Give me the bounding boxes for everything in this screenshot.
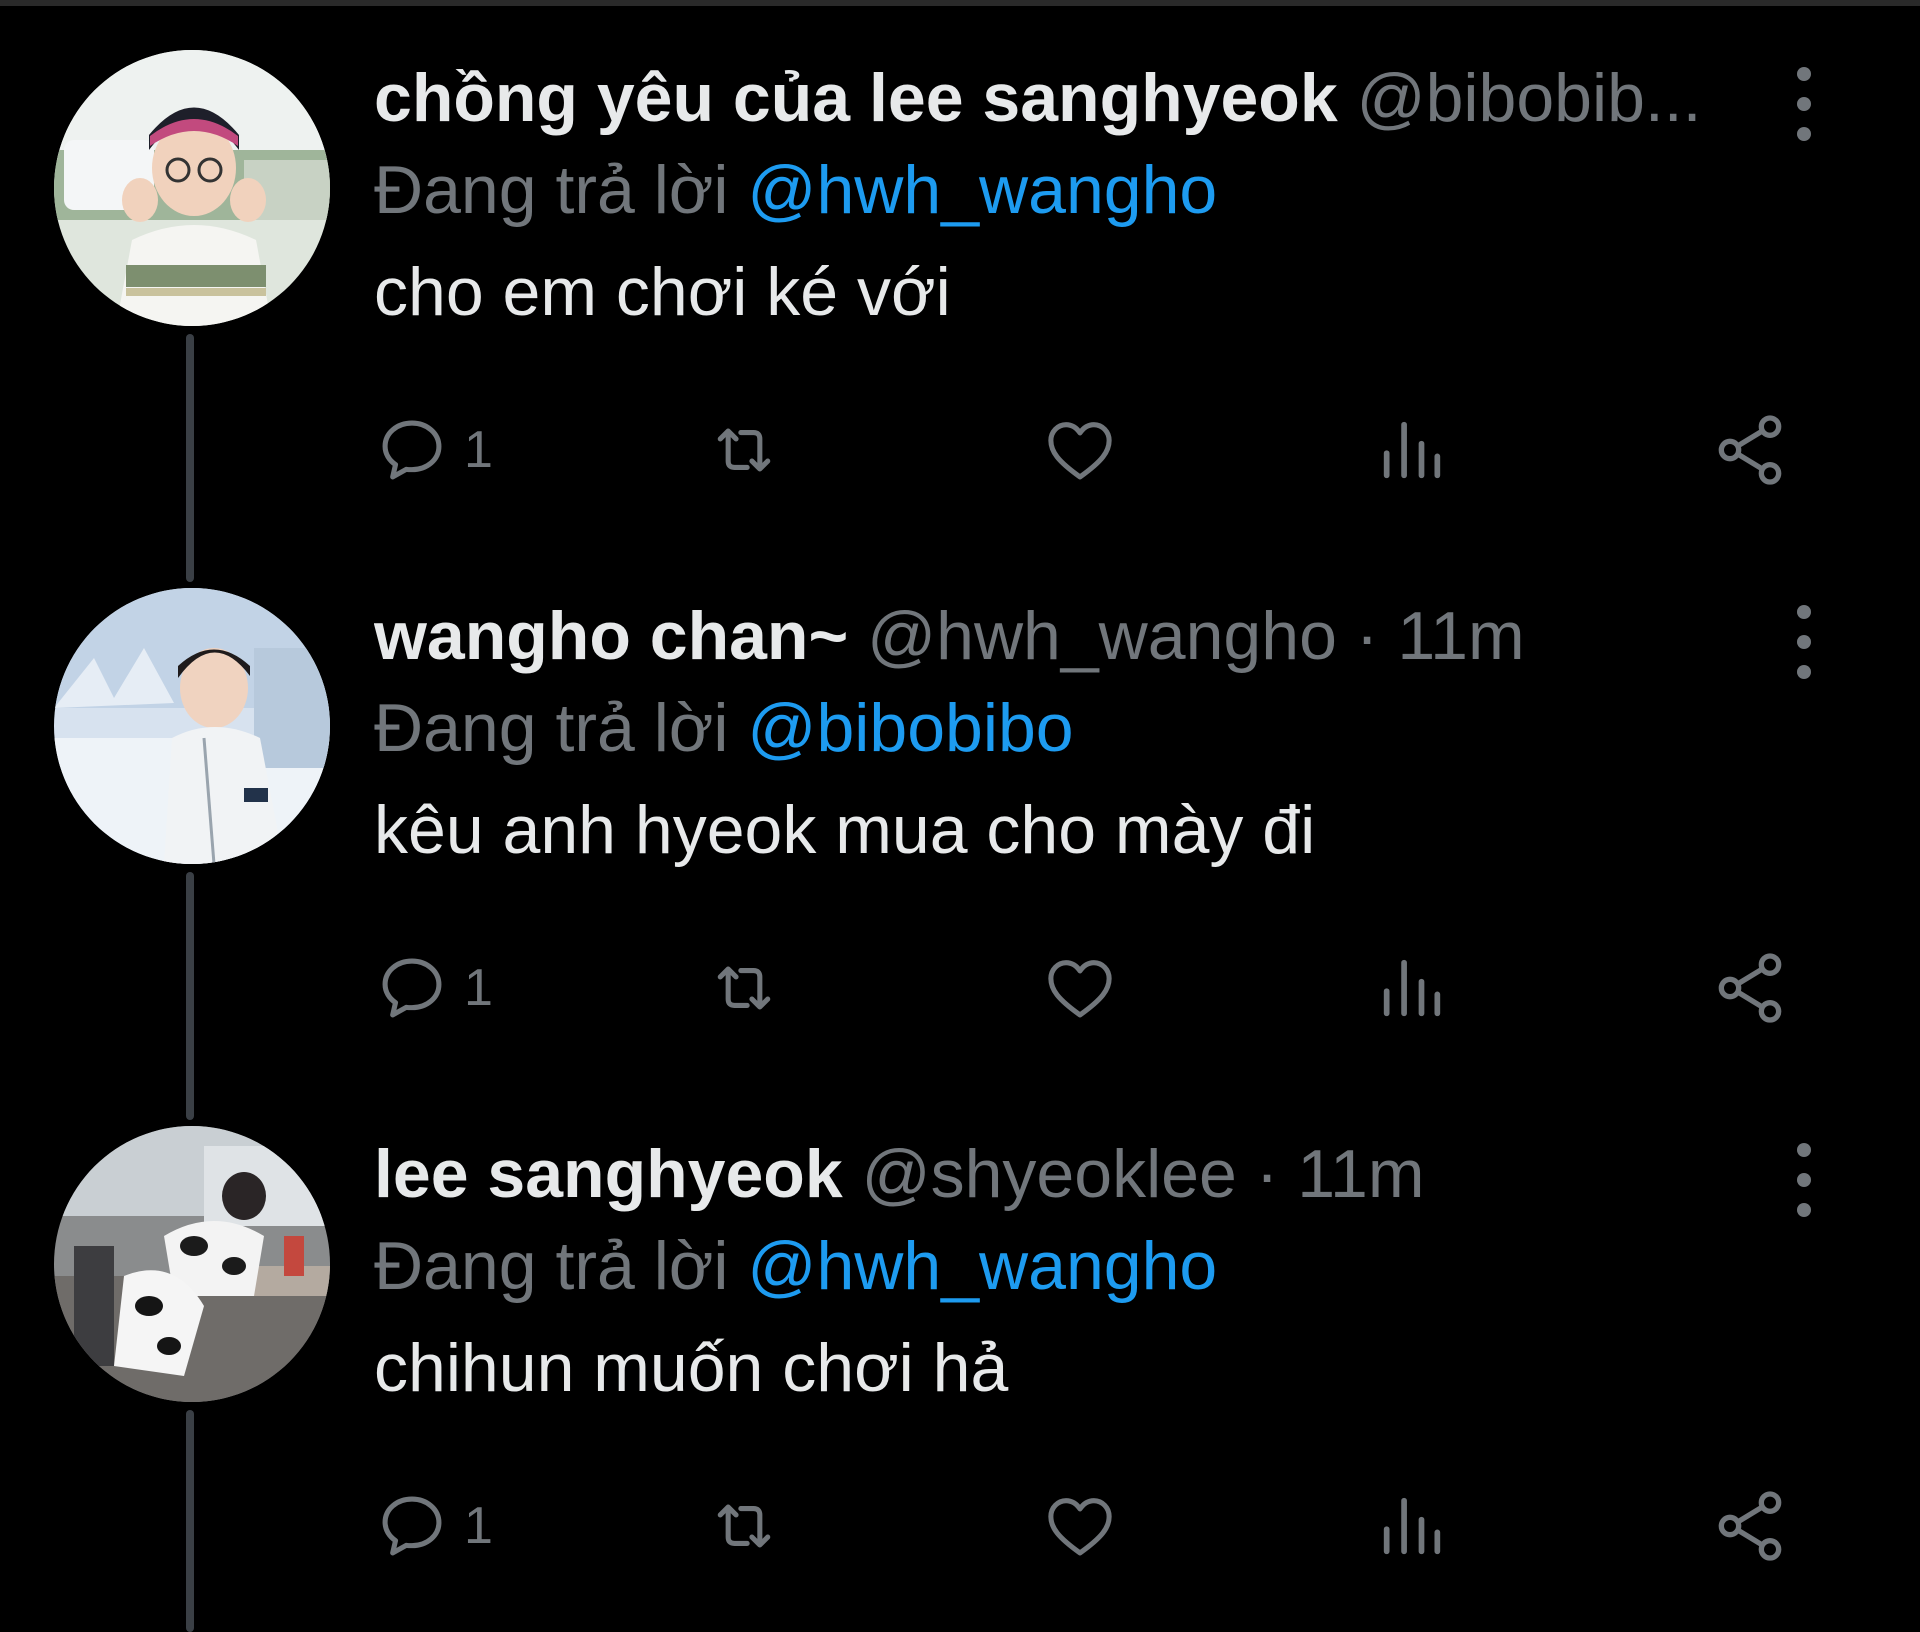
retweet-icon [717,1504,771,1548]
more-options-button[interactable] [1784,64,1824,144]
views-button[interactable] [1374,938,1450,1038]
reply-count: 1 [464,1497,493,1555]
tweet-item[interactable]: lee sanghyeok @shyeoklee · 11m Đang trả … [0,1076,1920,1614]
reply-prefix: Đang trả lời [374,1228,729,1304]
retweet-button[interactable] [704,938,784,1038]
tweet-header: chồng yêu của lee sanghyeok @bibobib... [374,52,1794,144]
more-options-button[interactable] [1784,602,1824,682]
user-handle[interactable]: @bibobib... [1357,60,1702,136]
share-button[interactable] [1710,400,1790,500]
views-icon [1383,421,1441,479]
user-handle[interactable]: @hwh_wangho [867,598,1337,674]
views-button[interactable] [1374,400,1450,500]
reply-context: Đang trả lời @bibobibo [374,682,1794,774]
like-icon [1048,422,1112,480]
separator-dot: · [1355,598,1379,674]
reply-count: 1 [464,421,493,479]
share-icon [1718,953,1782,1023]
tweet-header: wangho chan~ @hwh_wangho · 11m [374,590,1794,682]
reply-context: Đang trả lời @hwh_wangho [374,1220,1794,1312]
avatar[interactable] [54,50,330,326]
like-icon [1048,960,1112,1018]
tweet-actions: 1 [374,400,1834,500]
reply-button[interactable]: 1 [374,938,493,1038]
tweet-text: kêu anh hyeok mua cho mày đi [374,792,1316,868]
tweet-actions: 1 [374,1476,1834,1576]
reply-button[interactable]: 1 [374,1476,493,1576]
like-button[interactable] [1040,938,1120,1038]
timestamp[interactable]: 11m [1297,1136,1424,1212]
reply-count: 1 [464,959,493,1017]
reply-context: Đang trả lời @hwh_wangho [374,144,1794,236]
share-icon [1718,415,1782,485]
reply-prefix: Đang trả lời [374,690,729,766]
avatar[interactable] [54,1126,330,1402]
like-button[interactable] [1040,400,1120,500]
reply-icon [382,420,442,480]
more-vertical-icon [1797,605,1811,679]
tweet-item[interactable]: wangho chan~ @hwh_wangho · 11m Đang trả … [0,538,1920,1076]
views-icon [1383,1497,1441,1555]
display-name[interactable]: lee sanghyeok [374,1136,843,1212]
more-vertical-icon [1797,67,1811,141]
user-handle[interactable]: @shyeoklee [862,1136,1237,1212]
share-button[interactable] [1710,938,1790,1038]
timestamp[interactable]: 11m [1397,598,1524,674]
tweet-header: lee sanghyeok @shyeoklee · 11m [374,1128,1794,1220]
more-options-button[interactable] [1784,1140,1824,1220]
tweet-actions: 1 [374,938,1834,1038]
tweet-item[interactable]: chồng yêu của lee sanghyeok @bibobib... … [0,0,1920,538]
tweet-text: chihun muốn chơi hả [374,1330,1009,1406]
retweet-icon [717,966,771,1010]
reply-prefix: Đang trả lời [374,152,729,228]
share-icon [1718,1491,1782,1561]
reply-icon [382,1496,442,1556]
retweet-icon [717,428,771,472]
reply-mention-link[interactable]: @hwh_wangho [747,1228,1217,1304]
views-icon [1383,959,1441,1017]
views-button[interactable] [1374,1476,1450,1576]
share-button[interactable] [1710,1476,1790,1576]
avatar[interactable] [54,588,330,864]
separator-dot: · [1255,1136,1279,1212]
like-icon [1048,1498,1112,1556]
reply-mention-link[interactable]: @hwh_wangho [747,152,1217,228]
tweet-text: cho em chơi ké với [374,254,951,330]
retweet-button[interactable] [704,1476,784,1576]
more-vertical-icon [1797,1143,1811,1217]
retweet-button[interactable] [704,400,784,500]
reply-mention-link[interactable]: @bibobibo [747,690,1073,766]
reply-icon [382,958,442,1018]
like-button[interactable] [1040,1476,1120,1576]
display-name[interactable]: wangho chan~ [374,598,848,674]
display-name[interactable]: chồng yêu của lee sanghyeok [374,60,1338,136]
reply-button[interactable]: 1 [374,400,493,500]
